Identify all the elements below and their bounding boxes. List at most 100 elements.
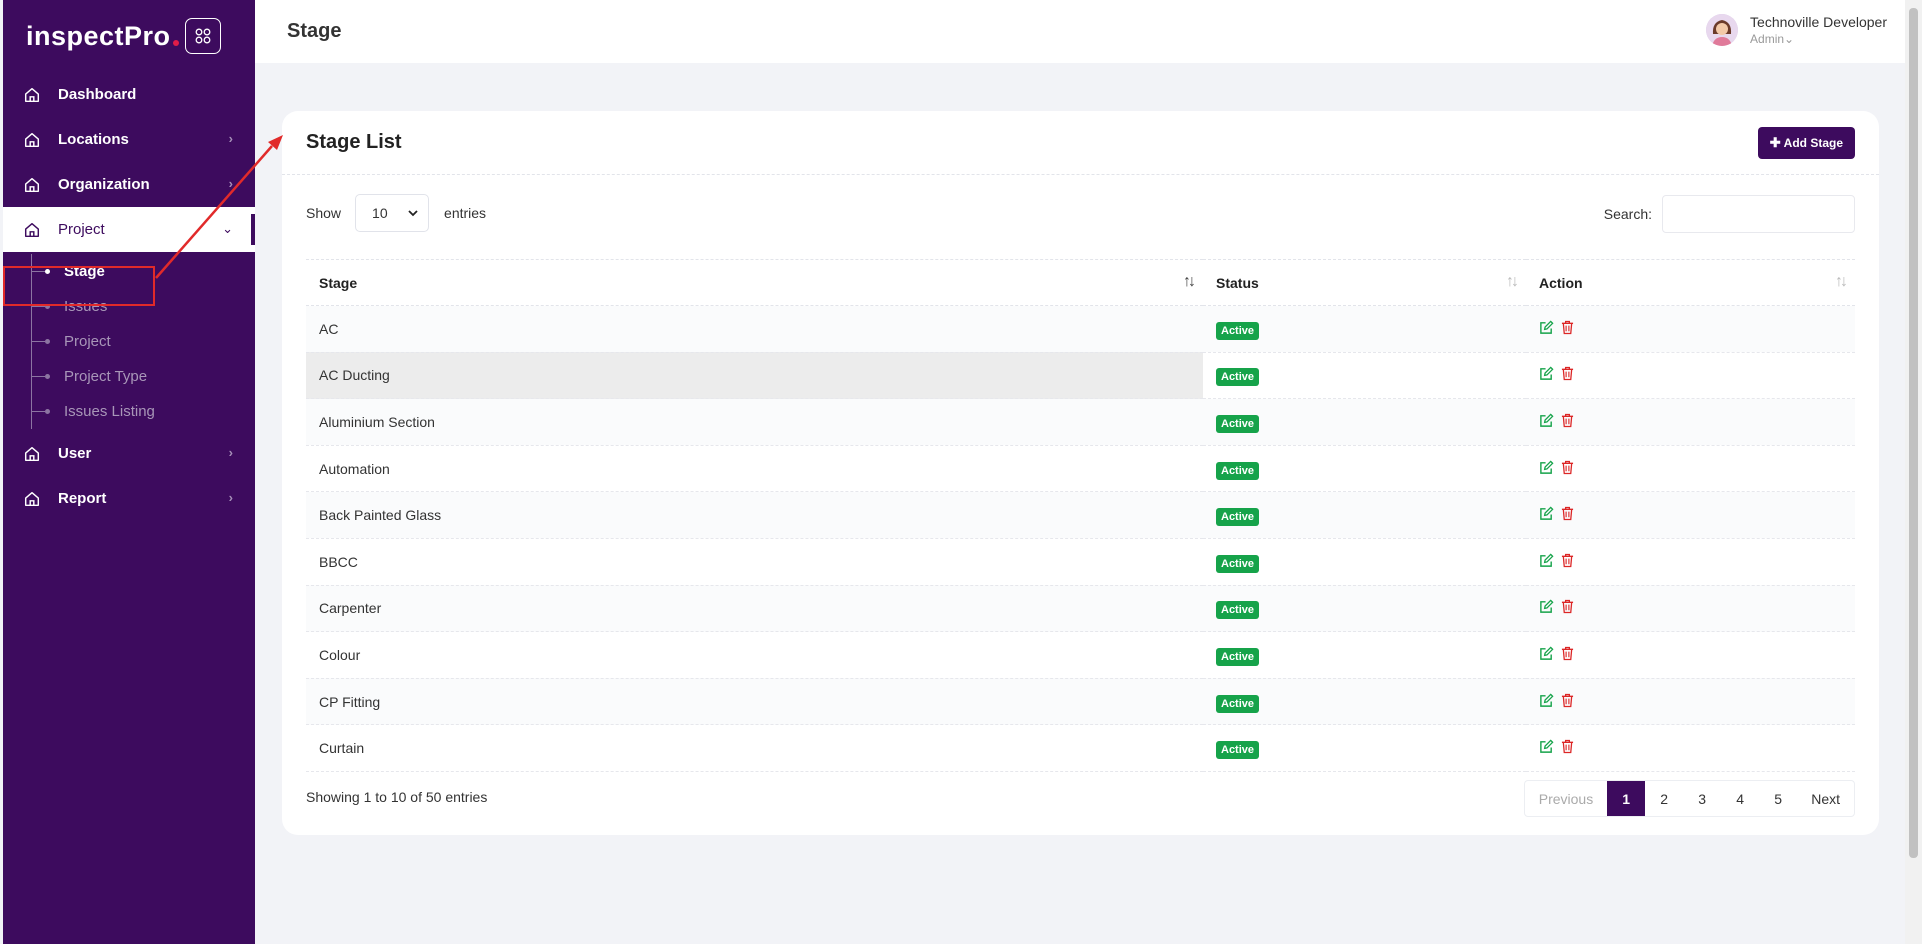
add-stage-button[interactable]: ✚ Add Stage [1757, 126, 1855, 159]
page-button-2[interactable]: 2 [1645, 781, 1683, 816]
sort-icon[interactable]: ↑↓ [1506, 273, 1519, 291]
stage-table: Stage ↑↓ Status ↑↓ Action ↑↓ AC Active AC Ducti… [306, 259, 1855, 772]
home-icon [23, 130, 43, 150]
status-cell: Active [1203, 631, 1526, 679]
chevron-right-icon: › [228, 445, 233, 460]
status-badge: Active [1216, 554, 1260, 573]
edit-icon[interactable] [1539, 693, 1554, 711]
scrollbar-thumb[interactable] [1909, 8, 1918, 858]
page-button-5[interactable]: 5 [1759, 781, 1797, 816]
chevron-down-icon: ⌄ [222, 221, 233, 236]
add-stage-label: Add Stage [1783, 135, 1843, 150]
delete-icon[interactable] [1561, 506, 1574, 524]
sidebar-item-label: Locations [58, 131, 129, 148]
sidebar-item-user[interactable]: User › [3, 431, 255, 476]
edit-icon[interactable] [1539, 646, 1554, 664]
delete-icon[interactable] [1561, 320, 1574, 338]
stage-cell: Aluminium Section [306, 398, 1203, 446]
sidebar-item-organization[interactable]: Organization › [3, 162, 255, 207]
stage-cell: AC [306, 305, 1203, 353]
edit-icon[interactable] [1539, 739, 1554, 757]
status-cell: Active [1203, 678, 1526, 726]
search-control: Search: [1604, 195, 1855, 233]
search-input[interactable] [1662, 195, 1855, 233]
status-cell: Active [1203, 538, 1526, 586]
page-scrollbar[interactable] [1905, 0, 1922, 944]
chevron-right-icon: › [228, 131, 233, 146]
edit-icon[interactable] [1539, 553, 1554, 571]
edit-icon[interactable] [1539, 413, 1554, 431]
action-cell [1526, 352, 1855, 400]
user-menu[interactable]: Technoville Developer Admin⌄ [1706, 14, 1887, 46]
delete-icon[interactable] [1561, 553, 1574, 571]
stage-cell: Colour [306, 631, 1203, 679]
edit-icon[interactable] [1539, 460, 1554, 478]
page-button-3[interactable]: 3 [1683, 781, 1721, 816]
submenu-item-issues-listing[interactable]: Issues Listing [3, 394, 255, 429]
column-header-status[interactable]: Status ↑↓ [1203, 259, 1526, 306]
submenu-item-project-type[interactable]: Project Type [3, 359, 255, 394]
previous-page-button[interactable]: Previous [1525, 781, 1607, 816]
delete-icon[interactable] [1561, 460, 1574, 478]
bullet-dot [45, 374, 50, 379]
table-row: AC Ducting Active [306, 352, 1855, 400]
table-row: CP Fitting Active [306, 678, 1855, 726]
status-badge: Active [1216, 694, 1260, 713]
entries-select[interactable]: 10 [355, 194, 430, 232]
home-icon [23, 489, 43, 509]
submenu-item-label: Project Type [64, 368, 148, 385]
status-cell: Active [1203, 352, 1526, 400]
bullet-dot [45, 409, 50, 414]
sidebar-item-report[interactable]: Report › [3, 476, 255, 521]
next-page-button[interactable]: Next [1797, 781, 1854, 816]
page-button-1[interactable]: 1 [1607, 781, 1646, 816]
column-header-label: Status [1216, 274, 1259, 291]
table-row: BBCC Active [306, 538, 1855, 586]
sidebar-item-dashboard[interactable]: Dashboard [3, 72, 255, 117]
table-row: Curtain Active [306, 724, 1855, 772]
delete-icon[interactable] [1561, 413, 1574, 431]
status-badge: Active [1216, 321, 1260, 340]
brand[interactable]: inspectPro [3, 0, 255, 72]
submenu-item-project[interactable]: Project [3, 324, 255, 359]
sort-icon[interactable]: ↑↓ [1183, 273, 1196, 291]
avatar[interactable] [1706, 14, 1739, 46]
stage-cell: Carpenter [306, 585, 1203, 633]
column-header-stage[interactable]: Stage ↑↓ [306, 259, 1203, 306]
delete-icon[interactable] [1561, 693, 1574, 711]
edit-icon[interactable] [1539, 506, 1554, 524]
home-icon [23, 175, 43, 195]
page-button-4[interactable]: 4 [1721, 781, 1759, 816]
sidebar-item-project[interactable]: Project ⌄ [3, 207, 255, 252]
edit-icon[interactable] [1539, 599, 1554, 617]
apps-grid-icon[interactable] [184, 18, 221, 54]
user-role[interactable]: Admin⌄ [1750, 32, 1887, 46]
plus-icon: ✚ [1769, 134, 1781, 150]
status-badge: Active [1216, 741, 1260, 760]
stage-cell: AC Ducting [306, 352, 1203, 400]
table-row: Back Painted Glass Active [306, 491, 1855, 539]
annotation-highlight-box [3, 266, 155, 306]
stage-cell: Curtain [306, 724, 1203, 772]
column-header-label: Action [1539, 274, 1583, 291]
sidebar-item-locations[interactable]: Locations › [3, 117, 255, 162]
home-icon [23, 85, 43, 105]
status-badge: Active [1216, 647, 1260, 666]
edit-icon[interactable] [1539, 320, 1554, 338]
table-row: AC Active [306, 305, 1855, 353]
delete-icon[interactable] [1561, 599, 1574, 617]
delete-icon[interactable] [1561, 739, 1574, 757]
action-cell [1526, 724, 1855, 772]
delete-icon[interactable] [1561, 646, 1574, 664]
user-role-label: Admin [1750, 32, 1785, 46]
column-header-action[interactable]: Action ↑↓ [1526, 259, 1855, 306]
delete-icon[interactable] [1561, 366, 1574, 384]
chevron-down-icon: ⌄ [1784, 32, 1795, 46]
entries-label: entries [444, 205, 487, 221]
sort-icon[interactable]: ↑↓ [1835, 273, 1848, 291]
action-cell [1526, 585, 1855, 633]
show-label: Show [306, 205, 342, 221]
entries-value: 10 [372, 205, 388, 221]
table-row: Colour Active [306, 631, 1855, 679]
edit-icon[interactable] [1539, 366, 1554, 384]
